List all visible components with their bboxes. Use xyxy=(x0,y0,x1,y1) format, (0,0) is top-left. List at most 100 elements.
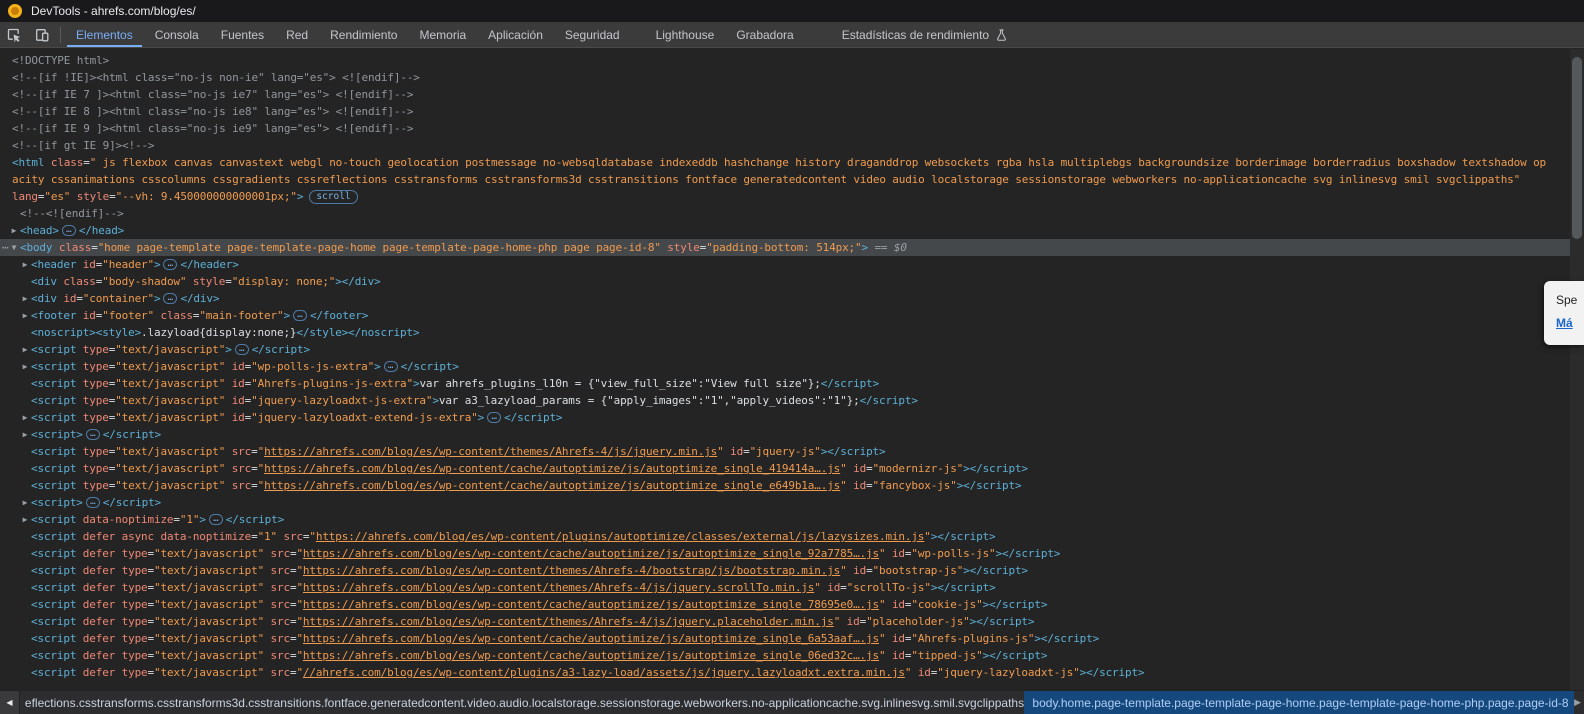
dom-node-line[interactable]: ▶<footer id="footer" class="main-footer"… xyxy=(0,307,1584,324)
expand-arrow-icon[interactable]: ▶ xyxy=(20,290,30,307)
dom-node-line[interactable]: <div class="body-shadow" style="display:… xyxy=(0,273,1584,290)
dom-node-line[interactable]: <script defer type="text/javascript" src… xyxy=(0,562,1584,579)
code-resource-link[interactable]: https://ahrefs.com/blog/es/wp-content/pl… xyxy=(316,530,924,543)
dom-node-line[interactable]: <html class=" js flexbox canvas canvaste… xyxy=(0,154,1584,171)
tab-rendimiento[interactable]: Rendimiento xyxy=(319,22,408,47)
expand-arrow-icon[interactable]: ▶ xyxy=(20,307,30,324)
dom-node-line[interactable]: <script defer type="text/javascript" src… xyxy=(0,613,1584,630)
code-attr-name: type xyxy=(115,547,147,560)
tab-elementos[interactable]: Elementos xyxy=(65,22,144,47)
code-resource-link[interactable]: https://ahrefs.com/blog/es/wp-content/th… xyxy=(303,564,840,577)
expand-arrow-icon[interactable]: ▶ xyxy=(20,256,30,273)
tab-aplicaci-n[interactable]: Aplicación xyxy=(477,22,554,47)
expand-children-ellipsis-icon[interactable]: … xyxy=(209,514,223,525)
dom-node-line[interactable]: ▶<head>…</head> xyxy=(0,222,1584,239)
dom-node-line[interactable]: ▶<div id="container">…</div> xyxy=(0,290,1584,307)
dom-node-line[interactable]: <script defer type="text/javascript" src… xyxy=(0,596,1584,613)
dom-node-line[interactable]: ▶<script>…</script> xyxy=(0,494,1584,511)
dom-node-line[interactable]: <script type="text/javascript" src="http… xyxy=(0,443,1584,460)
code-tag: <script xyxy=(31,581,76,594)
code-resource-link[interactable]: https://ahrefs.com/blog/es/wp-content/th… xyxy=(303,615,834,628)
expand-arrow-icon[interactable]: ▶ xyxy=(9,222,19,239)
expand-children-ellipsis-icon[interactable]: … xyxy=(235,344,249,355)
code-resource-link[interactable]: https://ahrefs.com/blog/es/wp-content/ca… xyxy=(303,632,879,645)
breadcrumb-selected-body[interactable]: body.home.page-template.page-template-pa… xyxy=(1024,691,1574,714)
tab-lighthouse[interactable]: Lighthouse xyxy=(645,22,726,47)
toggle-device-toolbar-button[interactable] xyxy=(28,22,56,47)
code-resource-link[interactable]: https://ahrefs.com/blog/es/wp-content/ca… xyxy=(303,547,879,560)
expand-children-ellipsis-icon[interactable]: … xyxy=(487,412,501,423)
code-resource-link[interactable]: //ahrefs.com/blog/es/wp-content/plugins/… xyxy=(303,666,905,679)
expand-arrow-icon[interactable]: ▶ xyxy=(20,511,30,528)
dom-node-line[interactable]: <script defer type="text/javascript" src… xyxy=(0,545,1584,562)
code-attr-name: data-noptimize xyxy=(154,530,251,543)
collapse-arrow-icon[interactable]: ▼ xyxy=(9,239,19,256)
tab-fuentes[interactable]: Fuentes xyxy=(210,22,275,47)
dom-node-line[interactable]: <!--[if gt IE 9]><!--> xyxy=(0,137,1584,154)
code-attr-value: "home page-template page-template-page-h… xyxy=(98,241,661,254)
code-resource-link[interactable]: https://ahrefs.com/blog/es/wp-content/ca… xyxy=(303,598,879,611)
dom-node-line[interactable]: <!--[if IE 7 ]><html class="no-js ie7" l… xyxy=(0,86,1584,103)
expand-arrow-icon[interactable]: ▶ xyxy=(20,341,30,358)
dom-node-line[interactable]: <script defer type="text/javascript" src… xyxy=(0,647,1584,664)
tab-label: Red xyxy=(286,28,308,42)
dom-node-line-selected[interactable]: ⋯▼<body class="home page-template page-t… xyxy=(0,239,1584,256)
dom-node-line[interactable]: <script type="text/javascript" src="http… xyxy=(0,477,1584,494)
dom-node-line[interactable]: <script defer async data-noptimize="1" s… xyxy=(0,528,1584,545)
dom-node-line[interactable]: <!DOCTYPE html> xyxy=(0,52,1584,69)
dom-node-line[interactable]: <!--[if IE 9 ]><html class="no-js ie9" l… xyxy=(0,120,1584,137)
code-resource-link[interactable]: https://ahrefs.com/blog/es/wp-content/th… xyxy=(303,581,814,594)
dom-node-line[interactable]: ▶<script type="text/javascript" id="wp-p… xyxy=(0,358,1584,375)
dom-node-line[interactable]: lang="es" style="--vh: 9.450000000000001… xyxy=(0,188,1584,205)
code-resource-link[interactable]: https://ahrefs.com/blog/es/wp-content/th… xyxy=(264,445,717,458)
expand-children-ellipsis-icon[interactable]: … xyxy=(86,497,100,508)
tab-estad-sticas-de-rendimiento[interactable]: Estadísticas de rendimiento xyxy=(831,22,1019,47)
device-toolbar-icon xyxy=(34,27,50,43)
node-more-actions-icon[interactable]: ⋯ xyxy=(2,239,8,256)
inspect-element-button[interactable] xyxy=(0,22,28,47)
expand-children-ellipsis-icon[interactable]: … xyxy=(62,225,76,236)
dom-node-line[interactable]: ▶<script data-noptimize="1">…</script> xyxy=(0,511,1584,528)
dom-node-line[interactable]: <!--[if IE 8 ]><html class="no-js ie8" l… xyxy=(0,103,1584,120)
dom-node-line[interactable]: ▶<header id="header">…</header> xyxy=(0,256,1584,273)
tab-memoria[interactable]: Memoria xyxy=(408,22,477,47)
expand-arrow-icon[interactable]: ▶ xyxy=(20,358,30,375)
popup-more-info-link[interactable]: Má xyxy=(1556,316,1573,330)
code-attr-name: type xyxy=(76,343,108,356)
breadcrumb-html-classes[interactable]: eflections.csstransforms.csstransforms3d… xyxy=(20,691,1025,714)
dom-node-line[interactable]: <script type="text/javascript" id="Ahref… xyxy=(0,375,1584,392)
vertical-scrollbar[interactable] xyxy=(1570,49,1584,690)
dom-node-line[interactable]: <!--[if !IE]><html class="no-js non-ie" … xyxy=(0,69,1584,86)
expand-children-ellipsis-icon[interactable]: … xyxy=(163,293,177,304)
scroll-badge: scroll xyxy=(309,190,357,204)
expand-children-ellipsis-icon[interactable]: … xyxy=(163,259,177,270)
scrollbar-thumb[interactable] xyxy=(1572,57,1582,239)
expand-children-ellipsis-icon[interactable]: … xyxy=(86,429,100,440)
dom-node-line[interactable]: <script type="text/javascript" id="jquer… xyxy=(0,392,1584,409)
dom-node-line[interactable]: <script defer type="text/javascript" src… xyxy=(0,630,1584,647)
dom-node-line[interactable]: ▶<script>…</script> xyxy=(0,426,1584,443)
dom-node-line[interactable]: <script type="text/javascript" src="http… xyxy=(0,460,1584,477)
expand-arrow-icon[interactable]: ▶ xyxy=(20,426,30,443)
tab-consola[interactable]: Consola xyxy=(144,22,210,47)
expand-children-ellipsis-icon[interactable]: … xyxy=(384,361,398,372)
tab-red[interactable]: Red xyxy=(275,22,319,47)
dom-node-line[interactable]: <script defer type="text/javascript" src… xyxy=(0,579,1584,596)
code-resource-link[interactable]: https://ahrefs.com/blog/es/wp-content/ca… xyxy=(264,479,840,492)
dom-node-line[interactable]: <!--<![endif]--> xyxy=(0,205,1584,222)
expand-children-ellipsis-icon[interactable]: … xyxy=(293,310,307,321)
tab-seguridad[interactable]: Seguridad xyxy=(554,22,631,47)
tab-grabadora[interactable]: Grabadora xyxy=(725,22,804,47)
dom-node-line[interactable]: acity cssanimations csscolumns cssgradie… xyxy=(0,171,1584,188)
tab-label: Memoria xyxy=(419,28,466,42)
expand-arrow-icon[interactable]: ▶ xyxy=(20,494,30,511)
expand-arrow-icon[interactable]: ▶ xyxy=(20,409,30,426)
dom-node-line[interactable]: ▶<script type="text/javascript" id="jque… xyxy=(0,409,1584,426)
crumb-overflow-right-icon[interactable]: ▶ xyxy=(1574,691,1584,714)
crumb-scroll-left-button[interactable]: ◀ xyxy=(0,691,20,714)
dom-node-line[interactable]: ▶<script type="text/javascript">…</scrip… xyxy=(0,341,1584,358)
code-resource-link[interactable]: https://ahrefs.com/blog/es/wp-content/ca… xyxy=(264,462,840,475)
dom-node-line[interactable]: <script defer type="text/javascript" src… xyxy=(0,664,1584,681)
dom-node-line[interactable]: <noscript><style>.lazyload{display:none;… xyxy=(0,324,1584,341)
code-resource-link[interactable]: https://ahrefs.com/blog/es/wp-content/ca… xyxy=(303,649,879,662)
